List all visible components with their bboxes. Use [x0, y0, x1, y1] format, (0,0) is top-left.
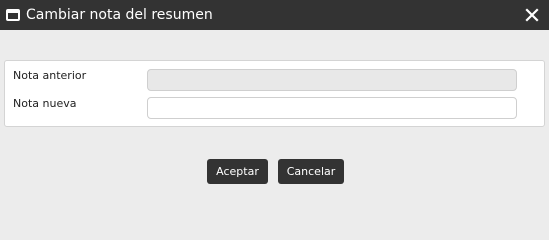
- close-icon: [525, 8, 539, 22]
- new-note-field[interactable]: [147, 97, 517, 119]
- close-button[interactable]: [525, 7, 539, 23]
- form-panel: Nota anterior Nota nueva: [4, 60, 545, 127]
- new-note-label: Nota nueva: [13, 97, 77, 110]
- cancel-button[interactable]: Cancelar: [278, 159, 344, 184]
- accept-button[interactable]: Aceptar: [207, 159, 268, 184]
- dialog-title: Cambiar nota del resumen: [26, 7, 213, 23]
- window-icon: [6, 9, 20, 21]
- dialog-titlebar: Cambiar nota del resumen: [0, 0, 549, 30]
- previous-note-label: Nota anterior: [13, 69, 87, 82]
- previous-note-field: [147, 69, 517, 91]
